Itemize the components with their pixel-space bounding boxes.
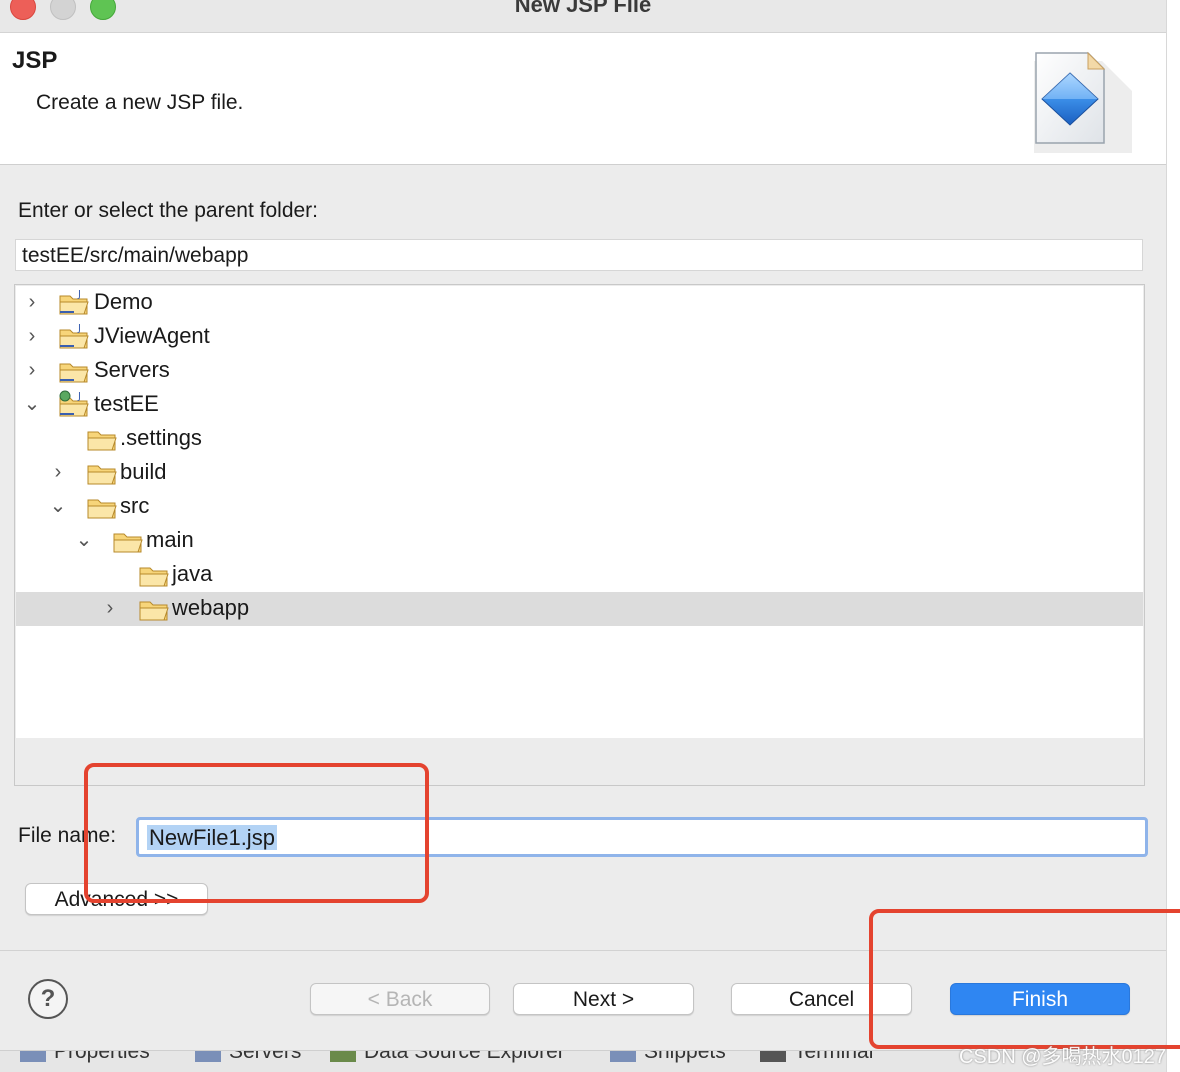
chevron-right-icon[interactable]: ›: [48, 460, 68, 484]
chevron-right-icon[interactable]: ›: [22, 358, 42, 382]
next-button[interactable]: Next >: [513, 983, 694, 1015]
jsp-file-banner-icon: [1034, 51, 1132, 153]
tree-item-src[interactable]: ⌄ src: [16, 490, 1143, 524]
window-title: New JSP File: [514, 0, 652, 17]
annotation-box-finish: [869, 909, 1180, 1049]
tree-item-jviewagent[interactable]: › J JViewAgent: [16, 320, 1143, 354]
chevron-down-icon[interactable]: ⌄: [48, 494, 68, 518]
tree-expander: [48, 426, 68, 450]
chevron-right-icon[interactable]: ›: [22, 324, 42, 348]
tree-item-webapp[interactable]: › webapp: [16, 592, 1143, 626]
tree-item-servers[interactable]: › Servers: [16, 354, 1143, 388]
chevron-right-icon[interactable]: ›: [22, 290, 42, 314]
web-project-icon: J: [59, 390, 89, 417]
watermark: CSDN @多喝热水0127: [958, 1046, 1166, 1068]
tree-item-label: JViewAgent: [94, 323, 210, 348]
tree-item-label: Servers: [94, 357, 170, 382]
wizard-header: JSP Create a new JSP file.: [0, 33, 1166, 165]
folder-icon: [139, 601, 169, 621]
svg-text:J: J: [77, 289, 81, 300]
folder-icon: [87, 499, 117, 519]
project-folder-icon: J: [59, 323, 89, 349]
wizard-title: JSP: [12, 47, 58, 74]
folder-icon: [87, 431, 117, 451]
folder-tree-viewport: › J Demo › J JViewAgent › Servers ⌄ J te…: [16, 286, 1143, 738]
window-titlebar: New JSP File: [0, 0, 1166, 33]
folder-icon: [113, 533, 143, 553]
chevron-right-icon[interactable]: ›: [100, 596, 120, 620]
parent-folder-label: Enter or select the parent folder:: [18, 199, 318, 222]
parent-folder-input[interactable]: testEE/src/main/webapp: [15, 239, 1143, 271]
tree-item-build[interactable]: › build: [16, 456, 1143, 490]
wizard-description: Create a new JSP file.: [36, 91, 244, 114]
chevron-down-icon[interactable]: ⌄: [74, 528, 94, 552]
back-button[interactable]: < Back: [310, 983, 490, 1015]
folder-icon: [59, 363, 89, 383]
chevron-down-icon[interactable]: ⌄: [22, 392, 42, 416]
tree-item-label: .settings: [120, 425, 202, 450]
project-folder-icon: J: [59, 289, 89, 315]
tree-item-label: src: [120, 493, 150, 518]
folder-icon: [87, 465, 117, 485]
tree-expander: [100, 562, 120, 586]
tree-item-settings[interactable]: .settings: [16, 422, 1143, 456]
tree-item-label: main: [146, 527, 194, 552]
tree-item-java[interactable]: java: [16, 558, 1143, 592]
svg-text:J: J: [77, 323, 81, 334]
tree-item-label: java: [172, 561, 213, 586]
tree-item-testee[interactable]: ⌄ J testEE: [16, 388, 1143, 422]
annotation-box-file-name: [84, 763, 429, 903]
tree-item-label: Demo: [94, 289, 153, 314]
tree-item-label: testEE: [94, 391, 159, 416]
svg-text:J: J: [77, 391, 81, 402]
folder-tree[interactable]: › J Demo › J JViewAgent › Servers ⌄ J te…: [14, 284, 1145, 786]
help-icon[interactable]: ?: [28, 979, 68, 1019]
tree-item-main[interactable]: ⌄ main: [16, 524, 1143, 558]
tree-item-label: webapp: [172, 595, 250, 620]
tree-item-demo[interactable]: › J Demo: [16, 286, 1143, 320]
folder-icon: [139, 567, 169, 587]
tree-item-label: build: [120, 459, 167, 484]
